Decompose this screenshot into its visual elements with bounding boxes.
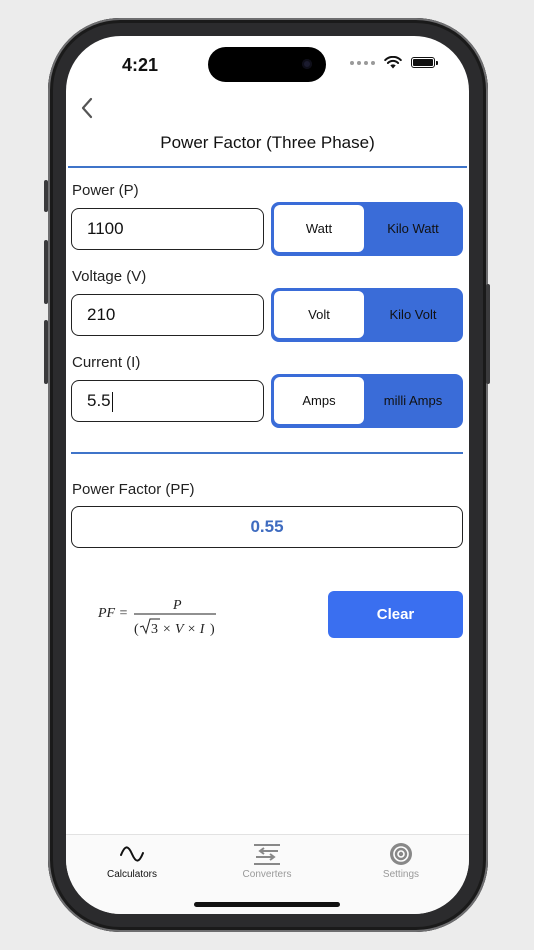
current-label: Current (I) (72, 354, 141, 371)
voltage-label: Voltage (V) (72, 268, 147, 285)
tab-label-converters: Converters (242, 869, 292, 880)
battery-icon (411, 57, 438, 68)
gear-icon (390, 843, 412, 865)
result-display: 0.55 (71, 506, 463, 548)
back-chevron-icon[interactable] (74, 94, 102, 122)
tab-label-settings: Settings (382, 869, 420, 880)
volume-up-button (44, 240, 48, 304)
voltage-unit-segment[interactable]: Volt Kilo Volt (271, 288, 463, 342)
status-icons (350, 56, 438, 69)
amps-option[interactable]: Amps (274, 377, 364, 424)
page-title: Power Factor (Three Phase) (160, 133, 375, 152)
text-caret (111, 391, 114, 412)
formula-numerator: P (172, 598, 182, 613)
voltage-value: 210 (87, 305, 116, 324)
tab-calculators[interactable]: Calculators (77, 841, 187, 885)
power-factor-formula: PF = P ( 3 × V × I ) (97, 598, 216, 637)
formula-lhs: PF = (97, 606, 128, 621)
clear-button[interactable]: Clear (328, 591, 463, 638)
voltage-input[interactable]: 210 (71, 294, 264, 336)
svg-text:(: ( (134, 622, 139, 637)
app-screen: 4:21 Power Factor (Three Phase) Power (P… (66, 36, 469, 914)
formula-denominator: × V × I (162, 622, 206, 637)
swap-arrows-icon (254, 844, 280, 865)
result-label: Power Factor (PF) (72, 481, 195, 498)
sine-wave-icon (120, 846, 144, 862)
kilo-volt-option[interactable]: Kilo Volt (366, 291, 460, 338)
current-unit-segment[interactable]: Amps milli Amps (271, 374, 463, 428)
kilo-watt-option[interactable]: Kilo Watt (366, 205, 460, 252)
power-value: 1100 (87, 219, 124, 238)
volt-option[interactable]: Volt (274, 291, 364, 338)
current-value: 5.5 (87, 391, 111, 410)
formula-sqrt-operand: 3 (151, 622, 158, 637)
current-input[interactable]: 5.5 (71, 380, 264, 422)
section-divider (71, 452, 463, 454)
power-button (486, 284, 490, 384)
tab-label-calculators: Calculators (106, 869, 158, 880)
power-unit-segment[interactable]: Watt Kilo Watt (271, 202, 463, 256)
signal-dots-icon (350, 60, 375, 65)
header-divider (68, 166, 467, 168)
milli-amps-option[interactable]: milli Amps (366, 377, 460, 424)
power-input[interactable]: 1100 (71, 208, 264, 250)
tab-settings[interactable]: Settings (346, 841, 456, 885)
wifi-icon (384, 56, 402, 69)
watt-option[interactable]: Watt (274, 205, 364, 252)
side-button (44, 180, 48, 212)
dynamic-island (208, 47, 326, 82)
tab-converters[interactable]: Converters (212, 841, 322, 885)
home-indicator[interactable] (194, 902, 340, 907)
status-time: 4:21 (122, 55, 159, 75)
camera-icon (302, 59, 312, 69)
svg-text:): ) (210, 622, 215, 637)
volume-down-button (44, 320, 48, 384)
power-label: Power (P) (72, 182, 139, 199)
